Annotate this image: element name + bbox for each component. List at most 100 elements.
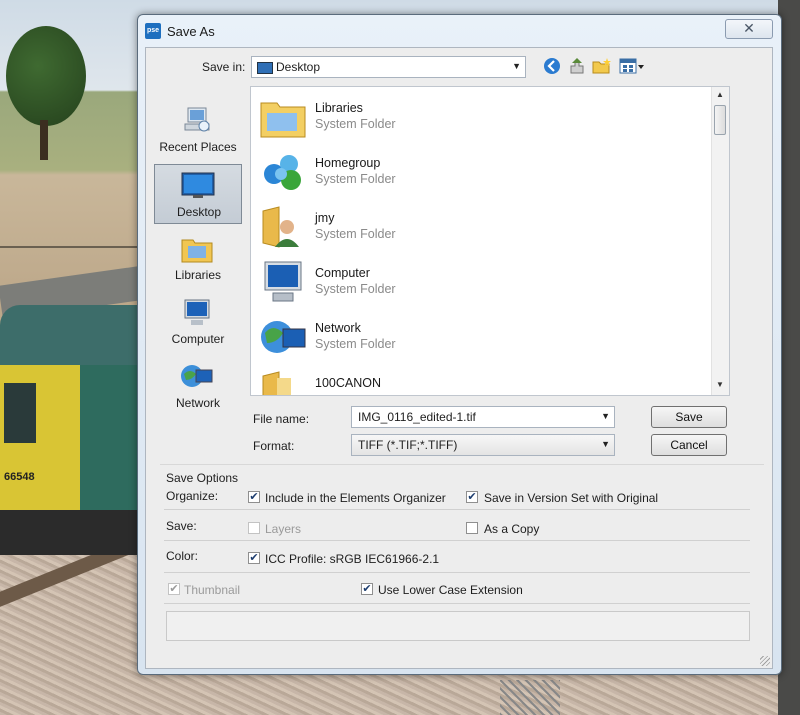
- vertical-scrollbar[interactable]: ▲ ▼: [711, 87, 729, 395]
- file-list[interactable]: Libraries System Folder Homegroup System…: [250, 86, 730, 396]
- save-options-panel: Save Options Organize: ✔ Include in the …: [160, 464, 764, 643]
- divider: [164, 603, 750, 604]
- icc-profile-checkbox[interactable]: ✔: [248, 552, 260, 564]
- file-type: System Folder: [315, 172, 396, 186]
- scroll-thumb[interactable]: [714, 105, 726, 135]
- view-menu-icon[interactable]: [618, 57, 646, 77]
- save-label: Save:: [166, 519, 197, 533]
- place-label: Recent Places: [159, 140, 237, 154]
- file-name: Network: [315, 321, 361, 335]
- fence-mesh: [500, 680, 560, 715]
- place-label: Desktop: [176, 205, 222, 219]
- list-item[interactable]: jmy System Folder: [259, 201, 659, 253]
- color-label: Color:: [166, 549, 199, 563]
- user-folder-icon: [259, 205, 307, 249]
- divider: [164, 572, 750, 573]
- format-label: Format:: [253, 439, 295, 453]
- tree: [6, 26, 86, 126]
- new-folder-icon[interactable]: [592, 57, 612, 77]
- file-type: System Folder: [315, 117, 396, 131]
- organize-label: Organize:: [166, 489, 219, 503]
- include-organizer-label[interactable]: Include in the Elements Organizer: [265, 491, 446, 505]
- file-name: Computer: [315, 266, 370, 280]
- divider: [164, 509, 750, 510]
- locomotive-bogie: [0, 510, 140, 555]
- locomotive: 66548: [0, 305, 140, 565]
- cancel-button[interactable]: Cancel: [651, 434, 727, 456]
- place-desktop[interactable]: Desktop: [154, 164, 242, 224]
- resize-grip[interactable]: [760, 656, 770, 666]
- back-icon[interactable]: [542, 57, 562, 77]
- list-item[interactable]: Network System Folder: [259, 311, 659, 363]
- save-in-dropdown[interactable]: Desktop ▼: [251, 56, 526, 78]
- network-icon: [259, 315, 307, 359]
- close-button[interactable]: ✕: [725, 19, 773, 39]
- libraries-icon: [180, 234, 214, 264]
- desktop-small-icon: [257, 62, 273, 74]
- filename-value: IMG_0116_edited-1.tif: [358, 410, 476, 424]
- place-recent-places[interactable]: Recent Places: [154, 100, 242, 160]
- homegroup-icon: [259, 150, 307, 194]
- list-item[interactable]: Computer System Folder: [259, 256, 659, 308]
- tree-trunk: [40, 120, 48, 160]
- layers-label: Layers: [265, 522, 302, 536]
- thumbnail-checkbox: ✔: [168, 583, 180, 595]
- thumbnail-label: Thumbnail: [184, 583, 241, 597]
- save-in-value: Desktop: [276, 60, 321, 74]
- dialog-body: Save in: Desktop ▼ Recent Places Desktop…: [145, 47, 773, 669]
- recent-places-icon: [180, 106, 214, 136]
- lower-case-extension-label[interactable]: Use Lower Case Extension: [378, 583, 523, 597]
- save-in-label: Save in:: [202, 60, 246, 74]
- version-set-checkbox[interactable]: ✔: [466, 491, 478, 503]
- format-value: TIFF (*.TIF;*.TIFF): [358, 438, 458, 452]
- as-copy-label[interactable]: As a Copy: [484, 522, 539, 536]
- icc-profile-label[interactable]: ICC Profile: sRGB IEC61966-2.1: [265, 552, 439, 566]
- app-icon: pse: [145, 23, 161, 39]
- scroll-up-icon[interactable]: ▲: [716, 90, 724, 99]
- locomotive-side: [80, 365, 140, 515]
- filename-input[interactable]: IMG_0116_edited-1.tif ▼: [351, 406, 615, 428]
- computer-icon: [259, 260, 307, 304]
- place-label: Libraries: [174, 268, 222, 282]
- place-libraries[interactable]: Libraries: [154, 228, 242, 288]
- place-label: Network: [175, 396, 220, 410]
- chevron-down-icon: ▼: [512, 61, 521, 71]
- chevron-down-icon[interactable]: ▼: [601, 411, 610, 421]
- as-copy-checkbox[interactable]: [466, 522, 478, 534]
- file-type: System Folder: [315, 337, 396, 351]
- file-name: 100CANON: [315, 376, 381, 390]
- filename-label: File name:: [253, 412, 310, 426]
- libraries-folder-icon: [259, 95, 307, 139]
- network-icon: [180, 362, 214, 392]
- file-type: System Folder: [315, 227, 396, 241]
- status-box: [166, 611, 750, 641]
- locomotive-number: 66548: [4, 471, 35, 483]
- place-network[interactable]: Network: [154, 356, 242, 416]
- layers-checkbox: [248, 522, 260, 534]
- fence: [0, 246, 140, 248]
- save-as-dialog: pse Save As ✕ Save in: Desktop ▼ Recent …: [137, 14, 782, 675]
- place-label: Computer: [171, 332, 225, 346]
- desktop-icon: [181, 171, 215, 201]
- up-folder-icon[interactable]: [567, 57, 587, 77]
- place-computer[interactable]: Computer: [154, 292, 242, 352]
- file-name: jmy: [315, 211, 335, 225]
- divider: [164, 540, 750, 541]
- dialog-title: Save As: [167, 24, 215, 39]
- computer-icon: [180, 298, 214, 328]
- file-name: Libraries: [315, 101, 363, 115]
- scroll-down-icon[interactable]: ▼: [716, 380, 724, 389]
- list-item[interactable]: Libraries System Folder: [259, 91, 659, 143]
- format-dropdown[interactable]: TIFF (*.TIF;*.TIFF) ▼: [351, 434, 615, 456]
- include-organizer-checkbox[interactable]: ✔: [248, 491, 260, 503]
- file-name: Homegroup: [315, 156, 381, 170]
- list-item[interactable]: 100CANON: [259, 366, 659, 395]
- chevron-down-icon: ▼: [601, 439, 610, 449]
- save-button[interactable]: Save: [651, 406, 727, 428]
- title-bar[interactable]: pse Save As ✕: [138, 15, 781, 47]
- version-set-label[interactable]: Save in Version Set with Original: [484, 491, 658, 505]
- folder-icon: [259, 370, 307, 395]
- list-item[interactable]: Homegroup System Folder: [259, 146, 659, 198]
- locomotive-window: [4, 383, 36, 443]
- lower-case-extension-checkbox[interactable]: ✔: [361, 583, 373, 595]
